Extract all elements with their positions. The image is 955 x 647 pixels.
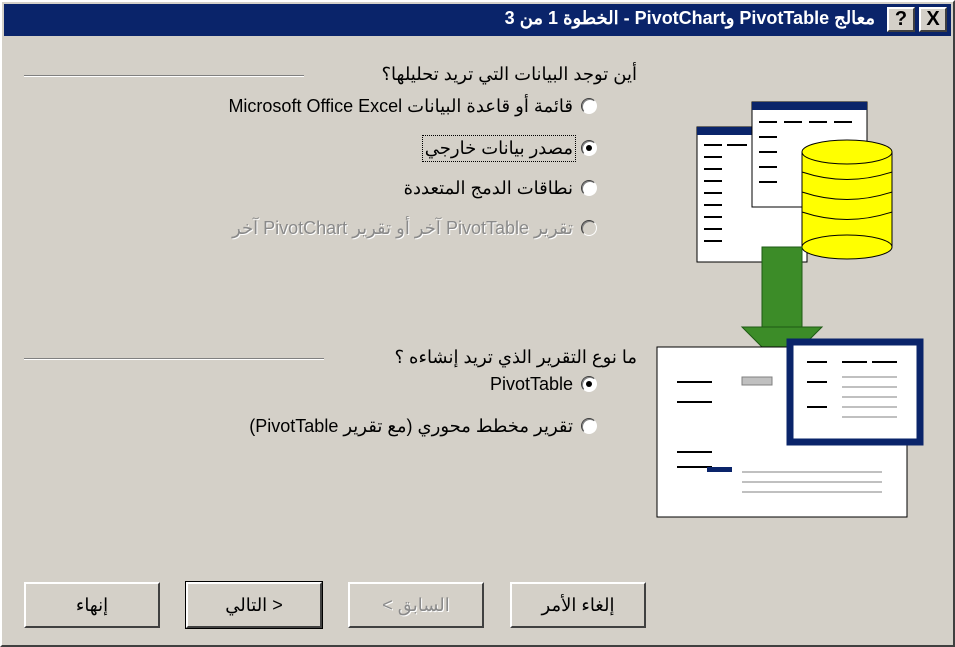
report-type-group-line <box>24 358 324 360</box>
report-type-group-label: ما نوع التقرير الذي تريد إنشاءه ؟ <box>394 347 638 367</box>
option-other-report: تقرير PivotTable آخر أو تقرير PivotChart… <box>232 214 597 242</box>
cancel-button[interactable]: إلغاء الأمر <box>510 582 646 628</box>
multiple-ranges-label: نطاقات الدمج المتعددة <box>403 177 573 198</box>
option-pivottable[interactable]: PivotTable <box>490 370 597 398</box>
wizard-illustration <box>656 101 924 518</box>
pivotchart-radio[interactable] <box>581 418 597 434</box>
back-button: < السابق <box>348 582 484 628</box>
data-source-group-label: أين توجد البيانات التي تريد تحليلها؟ <box>381 64 637 84</box>
excel-list-label: قائمة أو قاعدة البيانات Microsoft Office… <box>228 95 573 116</box>
help-button[interactable]: ? <box>887 7 915 32</box>
close-button[interactable]: X <box>919 7 947 32</box>
next-button[interactable]: التالي > <box>185 581 323 629</box>
title-bar[interactable]: معالج PivotTable وPivotChart - الخطوة 1 … <box>4 4 951 36</box>
other-report-label: تقرير PivotTable آخر أو تقرير PivotChart… <box>232 217 573 238</box>
pivot-wizard-dialog: معالج PivotTable وPivotChart - الخطوة 1 … <box>0 0 955 647</box>
pivot-field-panel-icon <box>786 338 924 446</box>
pivottable-label: PivotTable <box>489 373 573 394</box>
finish-button[interactable]: إنهاء <box>24 582 160 628</box>
multiple-ranges-radio[interactable] <box>581 180 597 196</box>
pivotchart-label: تقرير مخطط محوري (مع تقرير PivotTable) <box>249 415 573 436</box>
option-external-data[interactable]: مصدر بيانات خارجي <box>421 134 597 162</box>
option-pivotchart[interactable]: تقرير مخطط محوري (مع تقرير PivotTable) <box>249 412 597 440</box>
excel-list-radio[interactable] <box>581 98 597 114</box>
option-excel-list[interactable]: قائمة أو قاعدة البيانات Microsoft Office… <box>228 92 597 120</box>
option-multiple-ranges[interactable]: نطاقات الدمج المتعددة <box>404 174 597 202</box>
pivottable-radio[interactable] <box>581 376 597 392</box>
database-cylinder-icon <box>801 139 893 260</box>
external-data-label: مصدر بيانات خارجي <box>421 134 577 162</box>
other-report-radio <box>581 220 597 236</box>
data-source-group-line <box>24 75 304 77</box>
window-title: معالج PivotTable وPivotChart - الخطوة 1 … <box>504 8 875 28</box>
external-data-radio[interactable] <box>581 140 597 156</box>
